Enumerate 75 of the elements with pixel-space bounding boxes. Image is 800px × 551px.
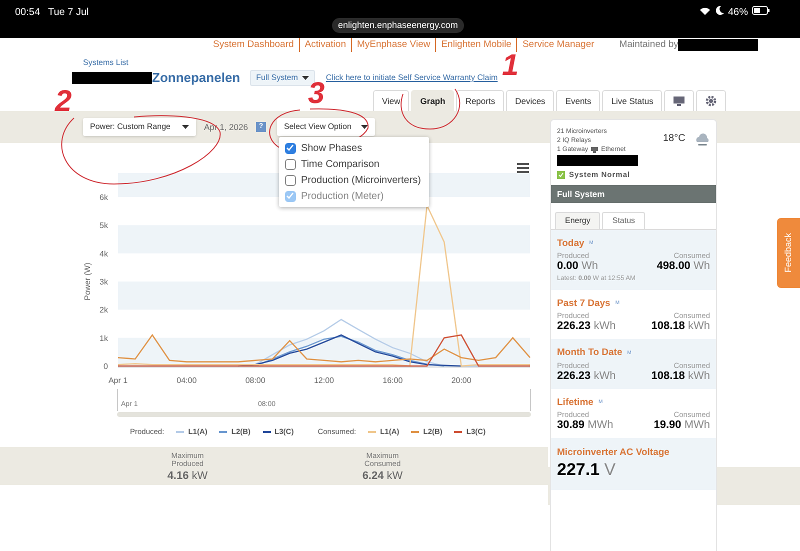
checkbox[interactable] <box>284 158 296 170</box>
voltage-value: 227.1 V <box>557 460 617 480</box>
system-name: Zonnepanelen <box>152 69 240 87</box>
consumed-value: 108.18 kWh <box>651 370 710 382</box>
consumed-value: 19.90 MWh <box>654 418 710 432</box>
option-label: Production (Microinverters) <box>300 174 421 188</box>
produced-value: 226.23 kWh <box>557 370 616 382</box>
consumed-value: 498.00 Wh <box>656 260 710 274</box>
clock: 00:54 <box>15 6 40 20</box>
checkbox[interactable] <box>284 142 296 154</box>
navigator-scrollbar[interactable] <box>117 412 531 417</box>
tick-label: 20:00 <box>451 376 472 385</box>
tick-label: Apr 1 <box>108 376 128 385</box>
check-icon <box>557 170 565 178</box>
tab[interactable]: Graph <box>411 90 454 111</box>
tick-label: 04:00 <box>176 376 197 385</box>
consumed-value: 108.18 kWh <box>651 320 710 334</box>
tick-label: 0 <box>104 362 108 371</box>
tick-label: 12:00 <box>314 376 334 385</box>
produced-value: 226.23 kWh <box>557 320 616 334</box>
section-title: Lifetime <box>557 396 594 410</box>
tick-label: 1k <box>100 334 108 343</box>
section-title: Microinverter AC Voltage <box>557 446 670 460</box>
url-pill[interactable]: enlighten.enphaseenergy.com <box>332 18 464 33</box>
range-select[interactable]: Power: Custom Range <box>83 118 196 136</box>
tab[interactable]: Status <box>602 212 646 229</box>
option-label: Time Comparison <box>300 158 380 172</box>
stat-value: 6.24 kW <box>362 469 403 484</box>
tab[interactable]: Energy <box>555 212 600 229</box>
produced-value: 30.89 MWh <box>557 418 614 432</box>
icon-tab[interactable] <box>696 90 726 111</box>
date: Tue 7 Jul <box>48 6 89 20</box>
panel-header: Full System <box>551 185 716 203</box>
option-label: Production (Meter) <box>300 190 384 204</box>
menu-icon[interactable] <box>517 163 529 173</box>
tab[interactable]: Reports <box>456 90 504 111</box>
tab[interactable]: Events <box>556 90 600 111</box>
option-label: Show Phases <box>300 142 362 156</box>
tab[interactable]: Live Status <box>602 90 662 111</box>
warranty-link[interactable]: Click here to initiate Self Service Warranty Claim <box>326 72 498 84</box>
monitor-icon <box>673 96 686 106</box>
section-title: Month To Date <box>557 346 622 360</box>
tick-label: 16:00 <box>382 376 403 385</box>
caret-icon <box>302 76 309 80</box>
produced-value: 0.00 Wh <box>557 260 598 274</box>
date-label: Apr 1, 2026 <box>204 120 248 134</box>
axis-title: Power (W) <box>83 262 92 300</box>
stat-value: 4.16 kW <box>167 469 208 484</box>
caret-icon <box>182 125 189 129</box>
moon-icon <box>716 6 724 15</box>
tab[interactable]: View <box>373 90 410 111</box>
section-title: Today <box>557 237 584 251</box>
tick-label: 2k <box>100 306 108 315</box>
systems-list-link[interactable]: Systems List <box>83 57 128 69</box>
icon-tab[interactable] <box>664 90 694 111</box>
tick-label: 3k <box>100 278 108 286</box>
annotation-number: 2 <box>55 88 72 116</box>
battery-percent: 46% <box>728 6 748 20</box>
network-icon <box>591 146 598 152</box>
tick-label: 08:00 <box>245 376 266 385</box>
maintained-label: Maintained by <box>619 38 678 52</box>
cloud-icon <box>694 133 711 147</box>
section-title: Past 7 Days <box>557 297 610 311</box>
caret-icon <box>360 125 368 129</box>
checkbox[interactable] <box>284 174 296 186</box>
tick-label: 4k <box>100 249 108 258</box>
wifi-icon <box>700 7 710 15</box>
temperature: 18°C <box>663 134 686 143</box>
view-select[interactable]: Select View Option <box>276 118 375 136</box>
tick-label: 5k <box>100 221 108 230</box>
annotation-number: 1 <box>502 52 519 80</box>
battery-icon <box>752 6 770 15</box>
settings-icon <box>705 95 718 107</box>
tick-label: 6k <box>100 193 108 202</box>
tab[interactable]: Devices <box>506 90 554 111</box>
